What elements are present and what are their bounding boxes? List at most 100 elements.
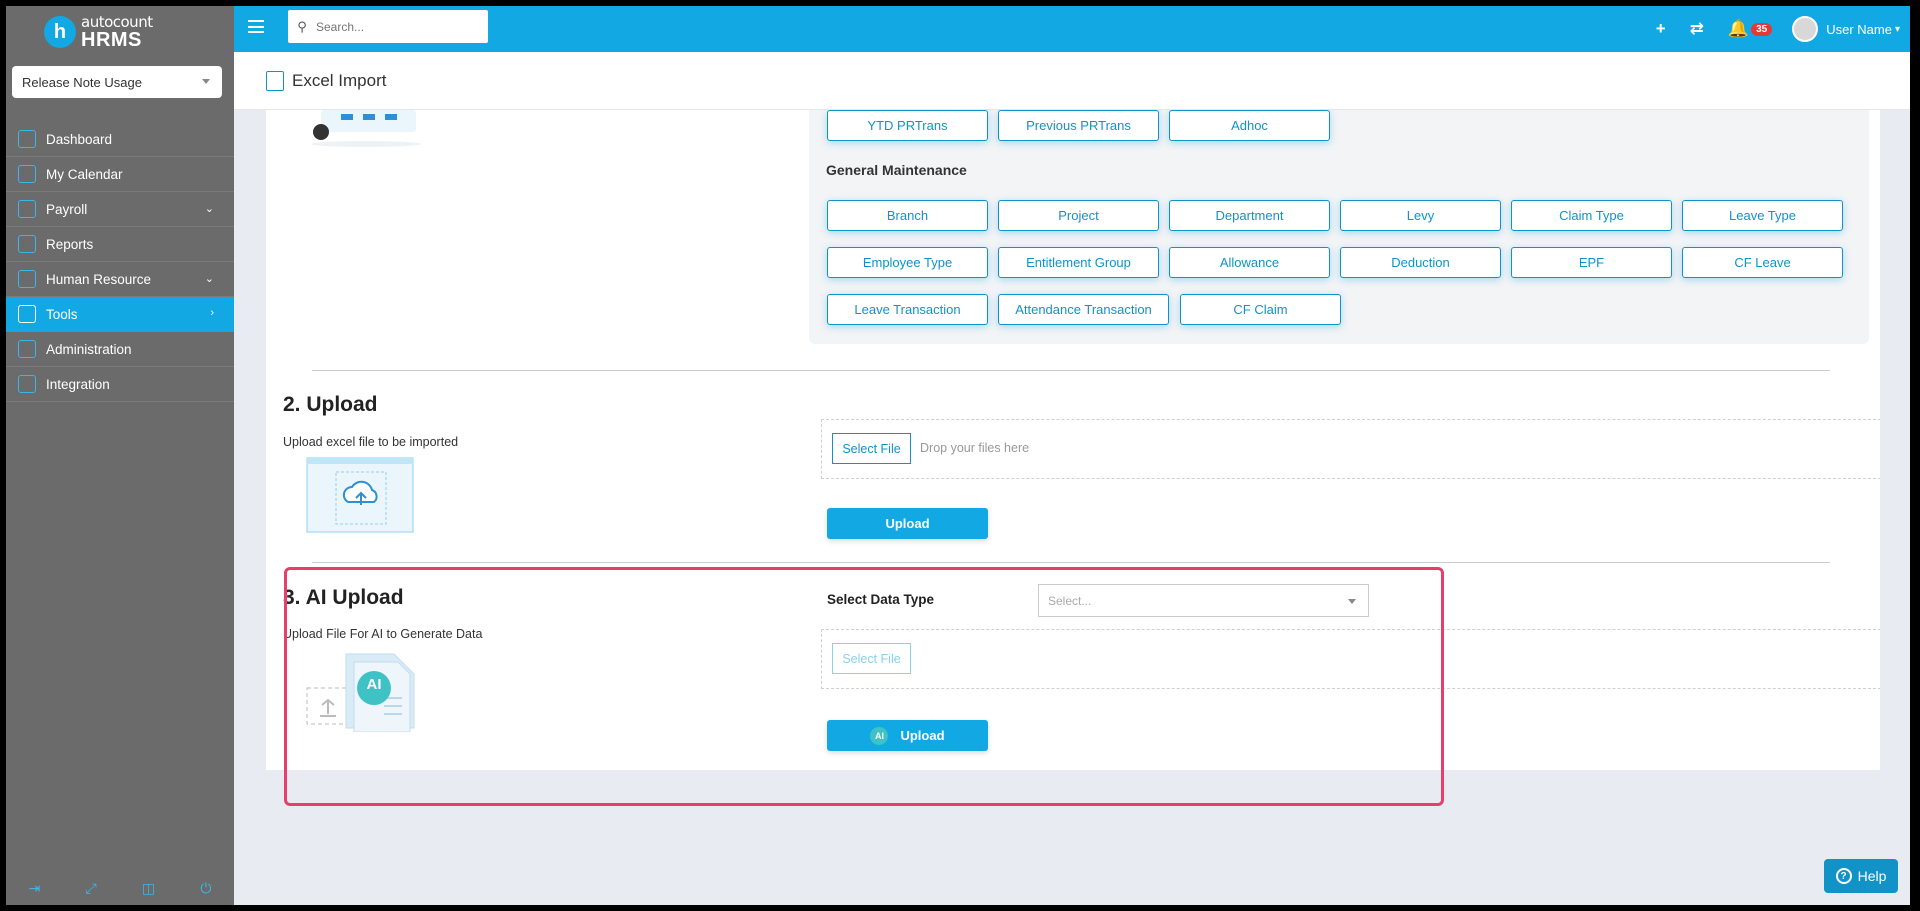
menu-icon[interactable] bbox=[248, 20, 264, 33]
department-button[interactable]: Department bbox=[1169, 200, 1330, 231]
chevron-down-icon[interactable]: ▾ bbox=[1895, 24, 1900, 35]
help-label: Help bbox=[1857, 868, 1887, 884]
tools-icon bbox=[18, 305, 36, 323]
project-button[interactable]: Project bbox=[998, 200, 1159, 231]
sidebar-item-dashboard[interactable]: Dashboard bbox=[6, 122, 234, 157]
notification-badge: 35 bbox=[1751, 22, 1773, 36]
search-input[interactable] bbox=[316, 19, 476, 34]
bell-icon[interactable]: 🔔 bbox=[1728, 19, 1749, 39]
file-drop-zone[interactable]: Select File Drop your files here bbox=[821, 419, 1880, 479]
power-icon[interactable]: ⏻ bbox=[200, 880, 211, 897]
avatar[interactable] bbox=[1792, 16, 1819, 42]
sidebar-item-integration[interactable]: Integration bbox=[6, 367, 234, 402]
sidebar-item-label: Tools bbox=[46, 306, 78, 322]
previous-prtrans-button[interactable]: Previous PRTrans bbox=[998, 110, 1159, 141]
logo-top-text: autocount bbox=[81, 12, 153, 31]
cf-claim-button[interactable]: CF Claim bbox=[1180, 294, 1341, 325]
ai-upload-section-subtitle: Upload File For AI to Generate Data bbox=[283, 627, 483, 641]
help-button[interactable]: ? Help bbox=[1824, 859, 1898, 893]
sidebar-item-my-calendar[interactable]: My Calendar bbox=[6, 157, 234, 192]
sidebar-item-label: Administration bbox=[46, 341, 132, 357]
switch-company-icon[interactable]: ◫ bbox=[142, 880, 155, 897]
logout-icon[interactable]: ⇥ bbox=[29, 880, 41, 897]
claim-type-button[interactable]: Claim Type bbox=[1511, 200, 1672, 231]
general-maintenance-title: General Maintenance bbox=[826, 162, 967, 178]
leave-transaction-button[interactable]: Leave Transaction bbox=[827, 294, 988, 325]
ytd-prtrans-button[interactable]: YTD PRTrans bbox=[827, 110, 988, 141]
employee-type-button[interactable]: Employee Type bbox=[827, 247, 988, 278]
deduction-button[interactable]: Deduction bbox=[1340, 247, 1501, 278]
ai-file-drop-zone[interactable]: Select File bbox=[821, 629, 1880, 689]
select-data-type-label: Select Data Type bbox=[827, 592, 935, 607]
allowance-button[interactable]: Allowance bbox=[1169, 247, 1330, 278]
branch-button[interactable]: Branch bbox=[827, 200, 988, 231]
epf-button[interactable]: EPF bbox=[1511, 247, 1672, 278]
app-logo[interactable]: h autocount HRMS bbox=[44, 12, 153, 52]
sidebar-item-label: Human Resource bbox=[46, 271, 152, 287]
leave-type-button[interactable]: Leave Type bbox=[1682, 200, 1843, 231]
sync-icon[interactable]: ⇄ bbox=[1690, 19, 1704, 39]
sidebar-item-label: Payroll bbox=[46, 201, 88, 217]
adhoc-button[interactable]: Adhoc bbox=[1169, 110, 1330, 141]
human-resource-icon bbox=[18, 270, 36, 288]
sidebar-item-label: Integration bbox=[46, 376, 110, 392]
logo-bottom-text: HRMS bbox=[81, 28, 142, 51]
sidebar-item-reports[interactable]: Reports bbox=[6, 227, 234, 262]
chevron-down-icon: ⌄ bbox=[204, 273, 214, 285]
upload-section-subtitle: Upload excel file to be imported bbox=[283, 435, 459, 449]
calendar-icon bbox=[18, 165, 36, 183]
sidebar-item-payroll[interactable]: Payroll ⌄ bbox=[6, 192, 234, 227]
levy-button[interactable]: Levy bbox=[1340, 200, 1501, 231]
user-name[interactable]: User Name bbox=[1826, 22, 1892, 37]
company-select[interactable]: Release Note Usage bbox=[12, 66, 222, 98]
ai-upload-button-label: Upload bbox=[900, 728, 945, 743]
sidebar-item-label: Dashboard bbox=[46, 131, 113, 147]
sidebar-footer: ⇥ ⤢ ◫ ⏻ bbox=[6, 871, 234, 905]
drop-hint: Drop your files here bbox=[920, 441, 1030, 455]
upload-illustration-icon bbox=[306, 457, 414, 533]
select-file-button[interactable]: Select File bbox=[832, 433, 911, 464]
attendance-transaction-button[interactable]: Attendance Transaction bbox=[998, 294, 1169, 325]
sidebar-item-administration[interactable]: Administration bbox=[6, 332, 234, 367]
ai-upload-button[interactable]: AI Upload bbox=[827, 720, 988, 751]
upload-section-title: 2. Upload bbox=[283, 393, 378, 416]
plus-icon[interactable]: + bbox=[1656, 19, 1666, 39]
top-bar: ⚲ + ⇄ 🔔 35 User Name ▾ bbox=[234, 6, 1910, 52]
sidebar: h autocount HRMS Release Note Usage Dash… bbox=[6, 6, 234, 905]
payroll-icon bbox=[18, 200, 36, 218]
sidebar-item-label: Reports bbox=[46, 236, 94, 252]
fullscreen-icon[interactable]: ⤢ bbox=[86, 880, 97, 897]
dashboard-icon bbox=[18, 130, 36, 148]
ai-badge-icon: AI bbox=[870, 726, 889, 745]
ai-select-file-button[interactable]: Select File bbox=[832, 643, 911, 674]
upload-button[interactable]: Upload bbox=[827, 508, 988, 539]
reports-icon bbox=[18, 235, 36, 253]
entitlement-group-button[interactable]: Entitlement Group bbox=[998, 247, 1159, 278]
caret-down-icon bbox=[1348, 599, 1356, 604]
sidebar-item-label: My Calendar bbox=[46, 166, 123, 182]
sidebar-item-tools[interactable]: Tools › bbox=[6, 297, 234, 332]
app-window: h autocount HRMS Release Note Usage Dash… bbox=[6, 6, 1910, 905]
chevron-down-icon: ⌄ bbox=[204, 203, 214, 215]
data-type-select[interactable]: Select... bbox=[1038, 584, 1369, 617]
sidebar-item-human-resource[interactable]: Human Resource ⌄ bbox=[6, 262, 234, 297]
caret-down-icon bbox=[202, 79, 210, 84]
section-divider bbox=[312, 562, 1830, 563]
section-divider bbox=[312, 370, 1830, 371]
ai-upload-section-title: 3. AI Upload bbox=[283, 586, 404, 609]
import-illustration bbox=[311, 110, 421, 147]
chevron-right-icon: › bbox=[210, 307, 214, 319]
ai-illustration-label: AI bbox=[366, 676, 382, 693]
logo-badge: h bbox=[44, 16, 76, 48]
cf-leave-button[interactable]: CF Leave bbox=[1682, 247, 1843, 278]
page-title: Excel Import bbox=[292, 70, 387, 90]
administration-icon bbox=[18, 340, 36, 358]
search-icon: ⚲ bbox=[297, 18, 307, 34]
excel-import-icon bbox=[266, 70, 284, 91]
company-select-value: Release Note Usage bbox=[22, 74, 142, 90]
search-box: ⚲ bbox=[288, 10, 488, 43]
data-type-select-value: Select... bbox=[1048, 593, 1092, 608]
page-header: Excel Import bbox=[234, 52, 1910, 110]
integration-icon bbox=[18, 375, 36, 393]
sidebar-nav: Dashboard My Calendar Payroll ⌄ Reports … bbox=[6, 122, 234, 402]
